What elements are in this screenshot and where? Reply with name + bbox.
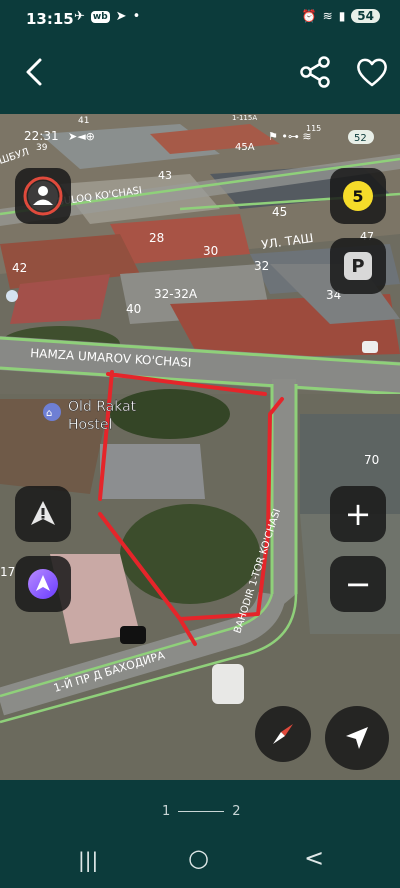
house-number: 45 — [272, 205, 287, 219]
parking-label: P — [351, 255, 365, 277]
voice-assistant-button[interactable] — [15, 556, 71, 612]
signal-icon: ▮ — [338, 9, 346, 23]
dot-icon: • — [132, 9, 141, 24]
status-bar: 13:15 ✈ wb ➤ • ⏰ ≋ ▮ 54 — [0, 0, 400, 42]
profile-avatar-button[interactable] — [15, 168, 71, 224]
notification-icons: ✈ wb ➤ • — [74, 9, 140, 24]
wb-app-icon: wb — [90, 10, 110, 23]
hostel-bed-glyph: ⌂ — [46, 408, 52, 419]
system-icons: ⏰ ≋ ▮ 54 — [302, 9, 380, 23]
zoom-out-label: − — [344, 565, 372, 603]
system-back-button[interactable]: < — [304, 844, 324, 872]
map-car-marker — [362, 341, 378, 353]
zoom-out-button[interactable]: − — [330, 556, 386, 612]
house-number: 17 — [0, 565, 15, 579]
wifi-icon: ≋ — [322, 9, 333, 23]
house-number: 28 — [149, 231, 164, 245]
house-number: 30 — [203, 244, 218, 258]
alice-assistant-icon — [28, 569, 58, 599]
home-button[interactable]: ○ — [188, 844, 209, 872]
poi-name-line2: Hostel — [68, 417, 112, 433]
telegram-icon: ➤ — [115, 9, 127, 24]
house-number: 43 — [158, 169, 172, 182]
house-number: 45A — [235, 142, 255, 153]
inner-status-icons: ➤◄⊕ — [68, 130, 95, 143]
user-avatar-icon — [23, 176, 63, 216]
house-number: 42 — [12, 261, 27, 275]
report-incident-button[interactable] — [15, 486, 71, 542]
parking-button[interactable]: P — [330, 238, 386, 294]
level-badge-button[interactable]: 5 — [330, 168, 386, 224]
map-camera-marker — [6, 290, 18, 302]
house-number: 70 — [364, 453, 379, 467]
house-number: 1-115A — [232, 114, 257, 122]
recents-button[interactable]: ||| — [78, 848, 98, 872]
house-number: 40 — [126, 302, 141, 316]
house-number: 39 — [36, 143, 48, 153]
level-badge-icon: 5 — [343, 181, 373, 211]
compass-icon — [273, 724, 293, 744]
alarm-icon: ⏰ — [301, 9, 317, 23]
compass-button[interactable] — [255, 706, 311, 762]
pager-current: 1 — [162, 804, 171, 819]
battery-icon: 54 — [351, 9, 380, 23]
status-time: 13:15 — [26, 10, 74, 28]
navigation-arrow-icon — [346, 727, 368, 749]
parking-icon: P — [344, 252, 372, 280]
bottom-area: 1 2 ||| ○ < — [0, 780, 400, 888]
house-number: 32-32A — [154, 287, 198, 301]
level-number: 5 — [352, 186, 364, 206]
inner-status-time: 22:31 — [24, 129, 59, 143]
inner-battery: 52 — [354, 133, 367, 144]
zoom-in-button[interactable]: + — [330, 486, 386, 542]
favorite-heart-icon[interactable] — [354, 54, 390, 90]
zoom-in-label: + — [344, 495, 372, 533]
pager-divider — [178, 811, 225, 812]
accessibility-icon: ✈ — [74, 9, 85, 24]
map-image[interactable]: HAMZA UMAROV KO'CHASI TOSHBULOQ KO'CHASI… — [0, 114, 400, 780]
app-header — [0, 42, 400, 114]
poi-name-line1: Old Rakat — [68, 399, 137, 415]
back-arrow-icon[interactable] — [18, 54, 54, 90]
share-icon[interactable] — [298, 54, 334, 90]
my-location-button[interactable] — [325, 706, 389, 770]
inner-system-icons: ⚑ •⊶ ≋ — [268, 130, 312, 143]
house-number: 32 — [254, 259, 269, 273]
road-alert-icon — [31, 501, 55, 525]
pager-next[interactable]: 2 — [232, 804, 240, 819]
house-number: 41 — [78, 116, 89, 126]
image-pager: 1 2 — [162, 804, 241, 819]
